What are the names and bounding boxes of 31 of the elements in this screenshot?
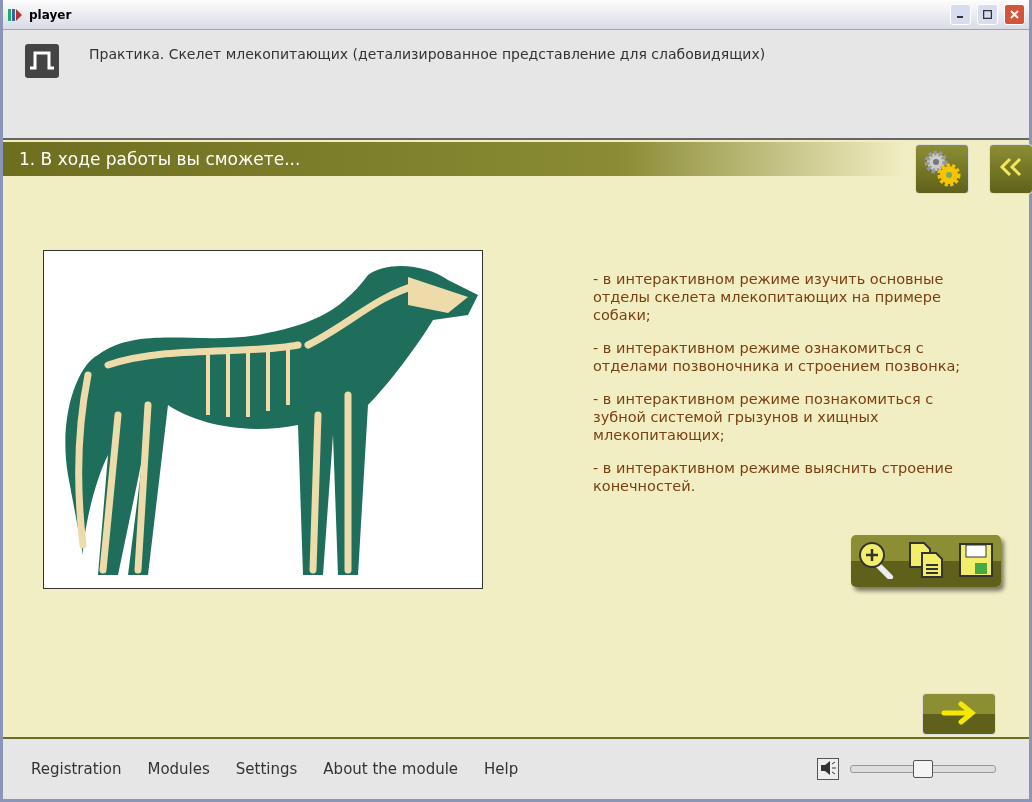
maximize-button[interactable] [977, 4, 998, 25]
copy-button[interactable] [906, 541, 946, 581]
speaker-icon [819, 759, 837, 777]
menu-link[interactable]: Registration [31, 760, 122, 778]
goal-text: - в интерактивном режиме познакомиться с зубной системой грызунов и хищных млекопитающих; [593, 390, 935, 444]
section-title: 1. В ходе работы вы сможете... [19, 149, 301, 169]
mute-button[interactable] [817, 758, 839, 780]
zoom-in-icon [858, 541, 894, 579]
double-chevron-left-icon [999, 157, 1023, 177]
window-title: player [29, 7, 73, 22]
goal-text: - в интерактивном режиме выяснить строение конечностей. [593, 459, 954, 495]
close-icon [1010, 10, 1019, 19]
app-logo-icon [7, 6, 23, 23]
zoom-button[interactable] [856, 541, 896, 581]
next-button[interactable] [922, 693, 996, 735]
copy-icon [908, 541, 944, 579]
menu-link[interactable]: Modules [147, 760, 210, 778]
maximize-icon [983, 10, 992, 19]
settings-button[interactable] [915, 144, 969, 194]
module-logo-icon [25, 44, 59, 78]
module-title: Практика. Скелет млекопитающих (детализированное представление для слабовидящих) [89, 46, 766, 62]
goal-text: - в интерактивном режиме ознакомиться с отделами позвоночника и строением позвонка; [593, 339, 962, 375]
menu-link[interactable]: About the module [323, 760, 459, 778]
minimize-button[interactable] [950, 4, 971, 25]
menu-link[interactable]: Settings [235, 760, 298, 778]
arrow-right-icon [941, 700, 977, 725]
collapse-button[interactable] [989, 144, 1032, 194]
volume-thumb[interactable] [913, 760, 933, 778]
goal-text: - в интерактивном режиме изучить основные отделы скелета млекопитающих на примере собаки; [593, 270, 945, 324]
menu-link[interactable]: Help [484, 760, 519, 778]
close-button[interactable] [1004, 4, 1025, 25]
